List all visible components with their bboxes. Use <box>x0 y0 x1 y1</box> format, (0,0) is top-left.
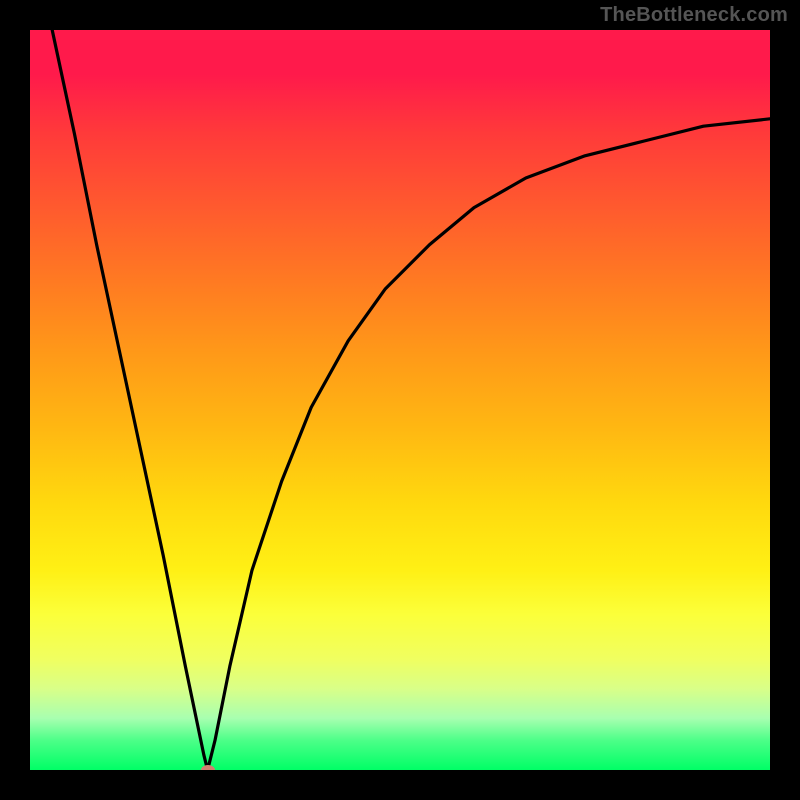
chart-frame: TheBottleneck.com <box>0 0 800 800</box>
curve-svg <box>30 30 770 770</box>
watermark-text: TheBottleneck.com <box>600 4 788 27</box>
plot-area <box>30 30 770 770</box>
min-marker <box>201 765 215 770</box>
bottleneck-curve <box>52 30 770 770</box>
